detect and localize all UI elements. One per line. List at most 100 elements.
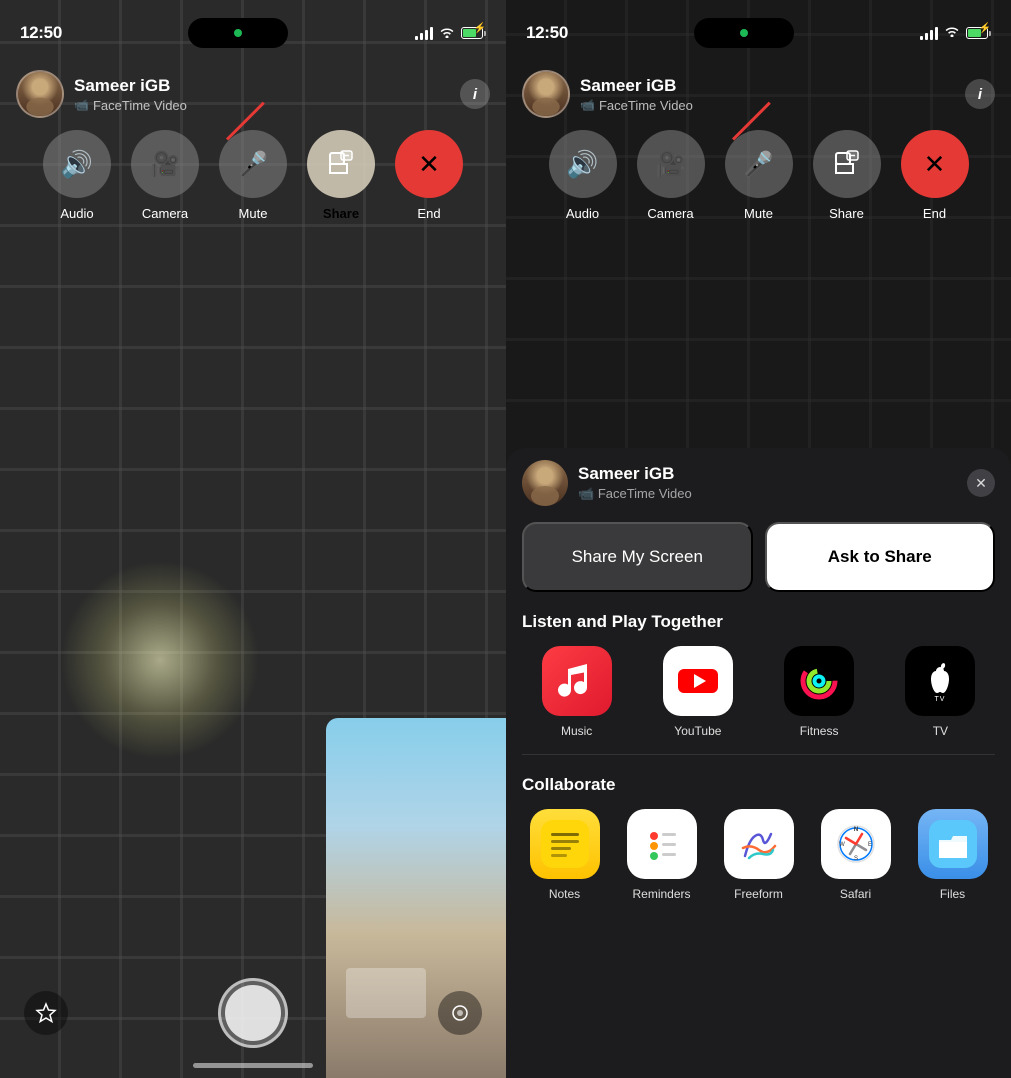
mute-label-right: Mute (744, 206, 773, 221)
caller-info-right: Sameer iGB 📹 FaceTime Video (580, 76, 965, 113)
left-phone-panel: 12:50 ⚡ (0, 0, 506, 1078)
files-app-icon (918, 809, 988, 879)
youtube-label: YouTube (674, 724, 721, 738)
mute-circle-right: 🎤 (725, 130, 793, 198)
share-my-screen-button[interactable]: Share My Screen (522, 522, 753, 592)
end-icon-right: ✕ (924, 149, 946, 180)
svg-text:TV: TV (935, 696, 946, 703)
svg-text:W: W (839, 842, 845, 848)
island-dot-left (234, 29, 242, 37)
notes-app-icon (530, 809, 600, 879)
app-item-safari[interactable]: N S E W Safari (807, 809, 904, 901)
status-bar-left: 12:50 ⚡ (0, 0, 506, 54)
camera-label-left: Camera (142, 206, 188, 221)
mute-button-right[interactable]: 🎤 Mute (725, 130, 793, 221)
camera-button-right[interactable]: 🎥 Camera (637, 130, 705, 221)
avatar-inner-left (18, 72, 62, 116)
youtube-app-icon (663, 646, 733, 716)
shutter-inner (225, 985, 281, 1041)
call-controls-left: 🔊 Audio 🎥 Camera 🎤 Mute (0, 130, 506, 221)
sheet-close-button[interactable]: ✕ (967, 469, 995, 497)
app-item-reminders[interactable]: Reminders (613, 809, 710, 901)
right-phone-panel: 12:50 ⚡ (506, 0, 1011, 1078)
share-button-right[interactable]: Share (813, 130, 881, 221)
caller-info-left: Sameer iGB 📹 FaceTime Video (74, 76, 460, 113)
collaborate-apps-grid: Notes Reminders (506, 809, 1011, 901)
light-flare (60, 560, 260, 760)
end-circle-right: ✕ (901, 130, 969, 198)
camera-flip-button[interactable] (438, 991, 482, 1035)
home-indicator-left (193, 1063, 313, 1068)
sheet-caller-name: Sameer iGB (578, 464, 692, 484)
svg-text:N: N (853, 827, 857, 833)
audio-label-left: Audio (60, 206, 93, 221)
audio-circle-right: 🔊 (549, 130, 617, 198)
app-item-freeform[interactable]: Freeform (710, 809, 807, 901)
share-circle-right (813, 130, 881, 198)
mute-icon-right: 🎤 (744, 150, 774, 179)
sheet-caller-info: Sameer iGB 📹 FaceTime Video (522, 460, 692, 506)
call-controls-right: 🔊 Audio 🎥 Camera 🎤 Mute (506, 130, 1011, 221)
info-button-right[interactable]: i (965, 79, 995, 109)
end-circle-left: ✕ (395, 130, 463, 198)
facetime-icon-left: 📹 (74, 98, 89, 112)
favorites-button[interactable] (24, 991, 68, 1035)
speaker-icon-right: 🔊 (566, 149, 598, 180)
end-label-left: End (417, 206, 440, 221)
camera-circle-right: 🎥 (637, 130, 705, 198)
end-button-left[interactable]: ✕ End (395, 130, 463, 221)
camera-icon-right: 🎥 (656, 150, 686, 179)
app-item-fitness[interactable]: Fitness (759, 646, 880, 738)
audio-button-right[interactable]: 🔊 Audio (549, 130, 617, 221)
freeform-label: Freeform (734, 887, 783, 901)
notes-label: Notes (549, 887, 580, 901)
end-button-right[interactable]: ✕ End (901, 130, 969, 221)
freeform-app-icon (724, 809, 794, 879)
camera-circle-left: 🎥 (131, 130, 199, 198)
camera-button-left[interactable]: 🎥 Camera (131, 130, 199, 221)
facetime-icon-right: 📹 (580, 98, 595, 112)
dynamic-island-left (188, 18, 288, 48)
share-circle-left (307, 130, 375, 198)
wifi-icon-left (439, 26, 455, 41)
sheet-caller-type: 📹 FaceTime Video (578, 486, 692, 502)
info-button-left[interactable]: i (460, 79, 490, 109)
island-dot-right (740, 29, 748, 37)
battery-icon-right: ⚡ (966, 27, 991, 39)
section-divider (522, 754, 995, 755)
svg-text:S: S (853, 856, 857, 862)
share-button-left[interactable]: Share (307, 130, 375, 221)
sheet-name-area: Sameer iGB 📹 FaceTime Video (578, 464, 692, 502)
status-icons-left: ⚡ (415, 26, 486, 41)
app-item-notes[interactable]: Notes (516, 809, 613, 901)
app-item-music[interactable]: Music (516, 646, 637, 738)
caller-avatar-left (16, 70, 64, 118)
signal-icon-left (415, 26, 433, 40)
caller-name-left: Sameer iGB (74, 76, 460, 96)
caller-type-left: 📹 FaceTime Video (74, 98, 460, 113)
call-header-left: Sameer iGB 📹 FaceTime Video i (0, 62, 506, 126)
app-item-files[interactable]: Files (904, 809, 1001, 901)
camera-icon-left: 🎥 (150, 150, 180, 179)
tv-label: TV (933, 724, 948, 738)
speaker-icon-left: 🔊 (61, 149, 93, 180)
shutter-button[interactable] (218, 978, 288, 1048)
audio-circle-left: 🔊 (43, 130, 111, 198)
ask-to-share-button[interactable]: Ask to Share (765, 522, 996, 592)
battery-icon-left: ⚡ (461, 27, 486, 39)
camera-label-right: Camera (647, 206, 693, 221)
caller-avatar-right (522, 70, 570, 118)
safari-label: Safari (840, 887, 871, 901)
audio-label-right: Audio (566, 206, 599, 221)
app-item-tv[interactable]: TV TV (880, 646, 1001, 738)
share-buttons-row: Share My Screen Ask to Share (506, 514, 1011, 608)
app-item-youtube[interactable]: YouTube (637, 646, 758, 738)
time-right: 12:50 (526, 23, 568, 43)
mute-button-left[interactable]: 🎤 Mute (219, 130, 287, 221)
music-app-icon (542, 646, 612, 716)
bottom-controls-left (0, 978, 506, 1048)
safari-app-icon: N S E W (821, 809, 891, 879)
audio-button-left[interactable]: 🔊 Audio (43, 130, 111, 221)
mute-label-left: Mute (239, 206, 268, 221)
signal-icon-right (920, 26, 938, 40)
